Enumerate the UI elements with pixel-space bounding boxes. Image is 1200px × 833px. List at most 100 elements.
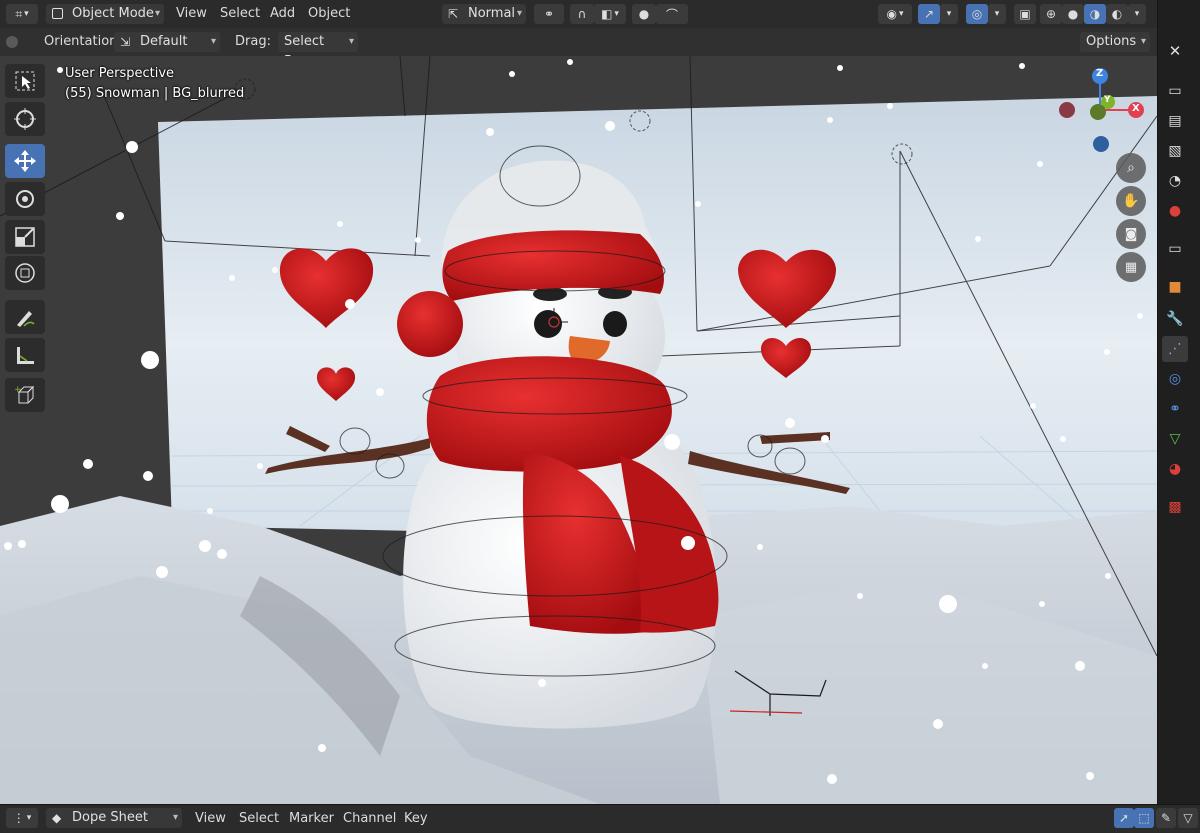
shading-dropdown[interactable]: ▾ — [1128, 4, 1146, 24]
tab-data[interactable]: ▽ — [1162, 426, 1188, 452]
options-dropdown[interactable]: Options ▾ — [1080, 32, 1150, 52]
snap-target-dropdown[interactable]: ◧ ▾ — [594, 4, 626, 24]
shading-solid-button[interactable]: ● — [1062, 4, 1084, 24]
chevron-down-icon: ▾ — [348, 36, 354, 47]
tab-collection[interactable]: ▭ — [1162, 236, 1188, 262]
tab-output[interactable]: ▤ — [1162, 108, 1188, 134]
x-axis-label: X — [1132, 103, 1140, 114]
menu-select[interactable]: Select — [220, 6, 260, 21]
magnifier-icon: ⌕ — [1127, 160, 1135, 176]
menu-object[interactable]: Object — [308, 6, 350, 21]
tab-object[interactable]: ■ — [1162, 274, 1188, 300]
bottom-menu-marker[interactable]: Marker — [289, 811, 334, 826]
only-selected-toggle[interactable]: ➚ — [1114, 808, 1134, 828]
xray-toggle[interactable]: ▣ — [1014, 4, 1036, 24]
tool-move[interactable] — [5, 144, 45, 178]
gizmo-dropdown[interactable]: ▾ — [940, 4, 958, 24]
tool-select-box[interactable] — [5, 64, 45, 98]
rotate-icon — [16, 190, 34, 208]
editor-type-button[interactable]: ⌗ ▾ — [6, 4, 38, 24]
tool-icon: ✕ — [1168, 42, 1182, 60]
editor-mode-dropdown[interactable]: ◆ Dope Sheet ▾ — [46, 808, 182, 828]
cursor-icon — [14, 108, 36, 130]
tab-modifier[interactable]: 🔧 — [1162, 306, 1188, 332]
hat-pompom — [397, 291, 463, 357]
camera-view-button[interactable]: ◙ — [1116, 219, 1146, 249]
tool-transform[interactable] — [5, 256, 45, 290]
overlays-dropdown[interactable]: ▾ — [988, 4, 1006, 24]
shading-wireframe-button[interactable]: ⊕ — [1040, 4, 1062, 24]
proportional-dot-icon: ● — [638, 7, 650, 21]
bottom-menu-key[interactable]: Key — [404, 811, 428, 826]
bottom-menu-select[interactable]: Select — [239, 811, 279, 826]
collection-icon: ▭ — [1168, 241, 1182, 257]
proportional-edit-toggle[interactable]: ● — [632, 4, 656, 24]
tab-texture[interactable]: ▩ — [1162, 494, 1188, 520]
transform-orientation-label: Normal — [468, 6, 516, 21]
tool-rotate[interactable] — [5, 182, 45, 216]
tab-material[interactable]: ◕ — [1162, 456, 1188, 482]
editor-type-button[interactable]: ⋮ ▾ — [6, 808, 38, 828]
tool-scale[interactable] — [5, 220, 45, 254]
tab-tool[interactable]: ✕ — [1162, 38, 1188, 64]
falloff-dropdown[interactable]: ⌒ — [656, 4, 688, 24]
chevron-down-icon: ▾ — [994, 9, 1000, 19]
shading-material-button[interactable]: ◑ — [1084, 4, 1106, 24]
chevron-down-icon: ▾ — [946, 9, 952, 19]
world-icon: ● — [1168, 203, 1182, 219]
object-mode-icon — [52, 8, 63, 19]
editor-type-icon: ⋮ — [12, 811, 25, 825]
menu-view[interactable]: View — [176, 6, 207, 21]
tool-cursor[interactable] — [5, 102, 45, 136]
tab-physics[interactable]: ◎ — [1162, 366, 1188, 392]
shading-rendered-button[interactable]: ◐ — [1106, 4, 1128, 24]
magnet-icon: ∩ — [577, 7, 587, 21]
tab-view-layer[interactable]: ▧ — [1162, 138, 1188, 164]
show-hidden-toggle[interactable]: ⬚ — [1134, 808, 1154, 828]
tool-annotate[interactable] — [5, 300, 45, 334]
tab-render[interactable]: ▭ — [1162, 78, 1188, 104]
filter-toggle[interactable]: ▽ — [1178, 808, 1198, 828]
y-axis-label: Y — [1104, 95, 1111, 105]
tab-scene[interactable]: ◔ — [1162, 168, 1188, 194]
rendered-sphere-icon: ◐ — [1111, 7, 1123, 21]
tab-particles[interactable]: ⋰ — [1162, 336, 1188, 362]
pivot-point-button[interactable]: ⚭ — [534, 4, 564, 24]
select-box-icon — [15, 71, 35, 91]
overlays-icon: ◎ — [971, 7, 983, 21]
navigation-gizmo[interactable]: Z Y X — [1056, 64, 1152, 160]
pan-button[interactable]: ✋ — [1116, 186, 1146, 216]
bottom-menu-channel[interactable]: Channel — [343, 811, 396, 826]
chevron-down-icon: ▾ — [1140, 36, 1146, 47]
show-errors-toggle[interactable]: ✎ — [1156, 808, 1176, 828]
menu-add[interactable]: Add — [270, 6, 295, 21]
view-name-label: User Perspective — [65, 66, 175, 81]
particles-icon: ⋰ — [1168, 341, 1182, 357]
output-icon: ▤ — [1168, 113, 1182, 129]
perspective-toggle-button[interactable]: ▦ — [1116, 252, 1146, 282]
orientation-axes-icon: ⇲ — [120, 35, 131, 49]
bottom-menu-view[interactable]: View — [195, 811, 226, 826]
mode-dropdown[interactable]: Object Mode ▾ — [46, 4, 164, 24]
gizmo-toggle[interactable]: ↗ — [918, 4, 940, 24]
wireframe-sphere-icon: ⊕ — [1045, 7, 1057, 21]
snap-toggle[interactable]: ∩ — [570, 4, 594, 24]
chevron-down-icon: ▾ — [24, 9, 29, 19]
falloff-curve-icon: ⌒ — [665, 7, 678, 22]
orientation-dropdown[interactable]: ⇲ Default ▾ — [114, 32, 220, 52]
orientation-label: Orientation: — [44, 34, 122, 49]
tool-measure[interactable] — [5, 338, 45, 372]
tab-world[interactable]: ● — [1162, 198, 1188, 224]
physics-icon: ◎ — [1168, 371, 1182, 387]
visibility-dropdown[interactable]: ◉ ▾ — [878, 4, 912, 24]
object-info-label: (55) Snowman | BG_blurred — [65, 86, 245, 101]
transform-orientation-dropdown[interactable]: ⇱ Normal ▾ — [442, 4, 526, 24]
overlays-toggle[interactable]: ◎ — [966, 4, 988, 24]
tab-constraints[interactable]: ⚭ — [1162, 396, 1188, 422]
3d-viewport[interactable]: User Perspective (55) Snowman | BG_blurr… — [0, 56, 1157, 804]
dope-sheet-header: ⋮ ▾ ◆ Dope Sheet ▾ View Select Marker Cha… — [0, 804, 1200, 833]
zoom-button[interactable]: ⌕ — [1116, 153, 1146, 183]
modifier-icon: 🔧 — [1166, 311, 1184, 327]
tool-add-cube[interactable]: + — [5, 378, 45, 412]
drag-dropdown[interactable]: Select Box ▾ — [278, 32, 358, 69]
